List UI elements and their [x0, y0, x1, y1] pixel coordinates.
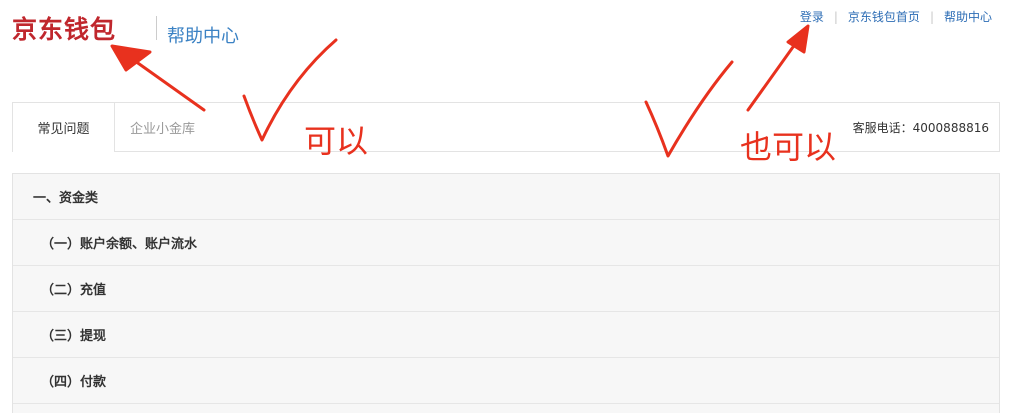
arrow-to-nav-head: [786, 24, 810, 54]
list-item[interactable]: （一）账户余额、账户流水: [13, 220, 999, 266]
brand-divider: [156, 16, 157, 40]
list-item[interactable]: （二）充值: [13, 266, 999, 312]
help-center-link[interactable]: 帮助中心: [944, 8, 992, 25]
tab-enterprise-vault[interactable]: 企业小金库: [130, 103, 195, 152]
brand-logo[interactable]: 京东钱包: [12, 10, 116, 46]
list-category[interactable]: 一、资金类: [13, 174, 999, 220]
customer-service-hotline: 客服电话：4000888816: [852, 121, 989, 135]
nav-separator: |: [929, 9, 934, 24]
wallet-home-link[interactable]: 京东钱包首页: [848, 8, 920, 25]
help-center-title[interactable]: 帮助中心: [167, 22, 239, 48]
tab-faq[interactable]: 常见问题: [13, 103, 115, 152]
top-nav: 登录 | 京东钱包首页 | 帮助中心: [800, 8, 992, 25]
list-item[interactable]: （四）付款: [13, 358, 999, 404]
login-link[interactable]: 登录: [800, 8, 824, 25]
nav-separator: |: [833, 9, 838, 24]
page: 京东钱包 帮助中心 登录 | 京东钱包首页 | 帮助中心 常见问题 企业小金库 …: [0, 0, 1024, 413]
list-item[interactable]: （三）提现: [13, 312, 999, 358]
arrow-to-nav: [746, 38, 800, 112]
faq-list: 一、资金类 （一）账户余额、账户流水 （二）充值 （三）提现 （四）付款: [12, 173, 1000, 413]
arrow-to-brand-head: [110, 44, 152, 72]
tabs-bar: 常见问题 企业小金库 客服电话：4000888816: [12, 102, 1000, 152]
